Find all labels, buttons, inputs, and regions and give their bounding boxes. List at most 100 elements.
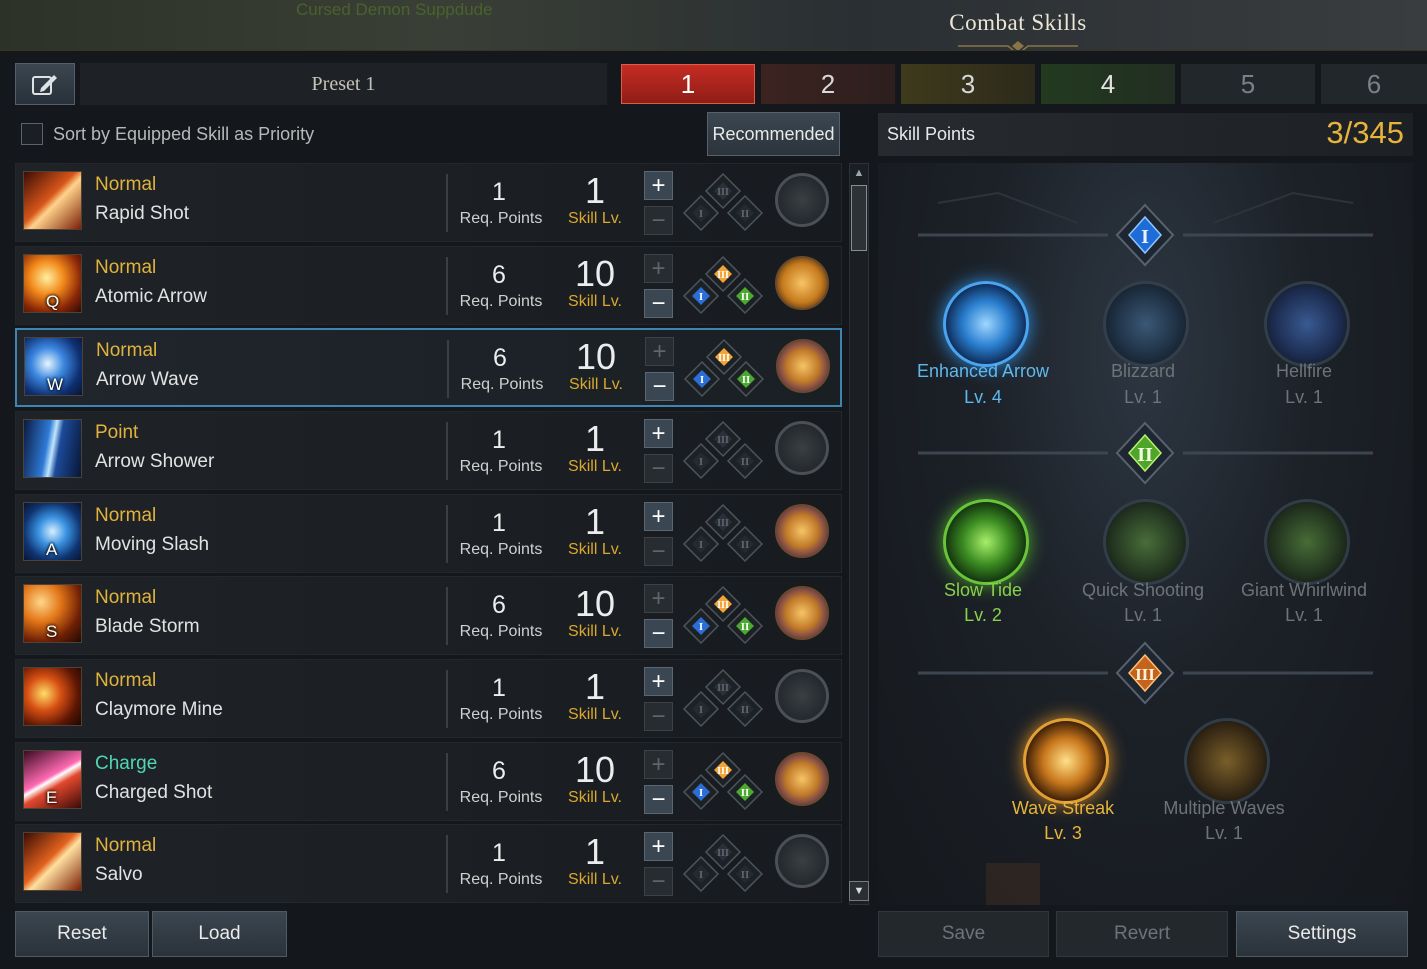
tripod-indicator-icon: IIII II — [682, 833, 764, 893]
tripod-indicator-icon: IIII II — [683, 338, 765, 398]
level-down-button[interactable]: − — [644, 619, 673, 648]
level-up-button[interactable]: + — [644, 171, 673, 200]
skill-row[interactable]: E Charge Charged Shot 6 Req. Points 10 Skill L… — [15, 742, 842, 821]
tripod-numeral: I — [699, 539, 703, 551]
level-down-button[interactable]: − — [644, 702, 673, 731]
level-down-button[interactable]: − — [644, 289, 673, 318]
divider — [446, 753, 448, 811]
level-down-button[interactable]: − — [644, 785, 673, 814]
level-up-button[interactable]: + — [644, 584, 673, 613]
skill-row[interactable]: A Normal Moving Slash 1 Req. Points 1 Skill Lv… — [15, 494, 842, 573]
save-button[interactable]: Save — [878, 911, 1049, 957]
tripod-indicator-icon: IIII II — [682, 585, 764, 645]
empty-rune-slot-icon[interactable] — [775, 173, 829, 227]
divider — [446, 670, 448, 728]
skill-name: Moving Slash — [95, 534, 210, 555]
level-up-button[interactable]: + — [644, 832, 673, 861]
skill-row[interactable]: W Normal Arrow Wave 6 Req. Points 10 Skill Lv.… — [15, 328, 842, 407]
skill-row[interactable]: Normal Salvo 1 Req. Points 1 Skill Lv. + − III I I… — [15, 824, 842, 903]
skill-row[interactable]: Normal Rapid Shot 1 Req. Points 1 Skill Lv. + −… — [15, 163, 842, 242]
tripod-numeral: II — [741, 539, 750, 551]
preset-name-field[interactable]: Preset 1 — [80, 63, 607, 105]
rune-icon[interactable] — [775, 504, 829, 558]
tier-3-numeral: III — [1135, 665, 1155, 684]
tripod-slow-tide-icon[interactable] — [943, 499, 1029, 585]
game-background: Cursed Demon Suppdude — [0, 0, 1427, 50]
divider — [446, 587, 448, 645]
tab-2[interactable]: 2 — [761, 64, 895, 104]
divider — [446, 174, 448, 232]
tab-6[interactable]: 6 — [1321, 64, 1427, 104]
revert-button[interactable]: Revert — [1056, 911, 1228, 957]
tab-3[interactable]: 3 — [901, 64, 1035, 104]
level-down-button[interactable]: − — [645, 372, 674, 401]
req-points-label: Req. Points — [459, 541, 543, 558]
level-down-button[interactable]: − — [644, 867, 673, 896]
tripod-numeral: III — [718, 353, 730, 364]
load-button[interactable]: Load — [152, 911, 287, 957]
rune-icon[interactable] — [775, 752, 829, 806]
skill-name: Atomic Arrow — [95, 286, 207, 307]
tripod-hellfire-icon[interactable] — [1264, 281, 1350, 367]
reset-button[interactable]: Reset — [15, 911, 149, 957]
tripod-giant-whirlwind-icon[interactable] — [1264, 499, 1350, 585]
tripod-wave-streak-icon[interactable] — [1023, 718, 1109, 804]
skill-keybind: A — [46, 540, 58, 559]
skill-level-label: Skill Lv. — [568, 623, 622, 640]
rune-icon[interactable] — [776, 339, 830, 393]
tab-5[interactable]: 5 — [1181, 64, 1315, 104]
tripod-name: Quick Shooting — [1081, 580, 1205, 600]
req-points-value: 6 — [492, 261, 506, 289]
scrollbar[interactable] — [849, 163, 869, 905]
tab-4[interactable]: 4 — [1041, 64, 1175, 104]
level-up-button[interactable]: + — [644, 667, 673, 696]
level-up-button[interactable]: + — [644, 750, 673, 779]
skill-level-value: 10 — [574, 749, 616, 790]
scroll-down-icon[interactable]: ▼ — [849, 881, 869, 901]
scroll-up-icon[interactable]: ▲ — [849, 163, 869, 183]
skill-level-label: Skill Lv. — [568, 789, 622, 806]
tripod-numeral: III — [717, 187, 729, 198]
req-points-value: 1 — [492, 674, 506, 702]
req-points-value: 1 — [492, 426, 506, 454]
tripod-numeral: I — [699, 208, 703, 220]
sort-checkbox[interactable] — [21, 123, 43, 145]
skill-row[interactable]: S Normal Blade Storm 6 Req. Points 10 Skill Lv… — [15, 576, 842, 655]
tripod-blizzard-icon[interactable] — [1103, 281, 1189, 367]
rune-icon[interactable] — [775, 256, 829, 310]
rune-icon[interactable] — [775, 586, 829, 640]
level-up-button[interactable]: + — [644, 502, 673, 531]
req-points-label: Req. Points — [459, 210, 543, 227]
level-down-button[interactable]: − — [644, 454, 673, 483]
empty-rune-slot-icon[interactable] — [775, 834, 829, 888]
skill-row[interactable]: Point Arrow Shower 1 Req. Points 1 Skill Lv. +… — [15, 411, 842, 490]
tripod-name: Blizzard — [1110, 361, 1176, 381]
tripod-enhanced-arrow-icon[interactable] — [943, 281, 1029, 367]
tripod-level: Lv. 1 — [1124, 605, 1162, 625]
empty-rune-slot-icon[interactable] — [775, 421, 829, 475]
empty-rune-slot-icon[interactable] — [775, 669, 829, 723]
edit-preset-button[interactable] — [15, 63, 75, 105]
edit-icon — [32, 75, 57, 95]
tripod-name: Hellfire — [1275, 361, 1332, 381]
tripod-quick-shooting-icon[interactable] — [1103, 499, 1189, 585]
level-down-button[interactable]: − — [644, 206, 673, 235]
skill-row[interactable]: Q Normal Atomic Arrow 6 Req. Points 10 Skill L… — [15, 246, 842, 325]
level-up-button[interactable]: + — [645, 337, 674, 366]
req-points-value: 6 — [492, 757, 506, 785]
tripod-indicator-icon: IIII II — [682, 503, 764, 563]
level-up-button[interactable]: + — [644, 419, 673, 448]
skill-level-label: Skill Lv. — [568, 706, 622, 723]
tripod-multiple-waves-icon[interactable] — [1184, 718, 1270, 804]
tripod-numeral: II — [741, 621, 750, 633]
skill-row[interactable]: Normal Claymore Mine 1 Req. Points 1 Skill Lv… — [15, 659, 842, 738]
tripod-indicator-icon: IIII II — [682, 668, 764, 728]
settings-button[interactable]: Settings — [1236, 911, 1408, 957]
tab-1[interactable]: 1 — [621, 64, 755, 104]
level-down-button[interactable]: − — [644, 537, 673, 566]
scroll-thumb[interactable] — [851, 185, 867, 251]
recommended-button[interactable]: Recommended — [707, 112, 840, 156]
skill-level-value: 1 — [584, 170, 606, 211]
skill-level-value: 1 — [584, 666, 606, 707]
level-up-button[interactable]: + — [644, 254, 673, 283]
